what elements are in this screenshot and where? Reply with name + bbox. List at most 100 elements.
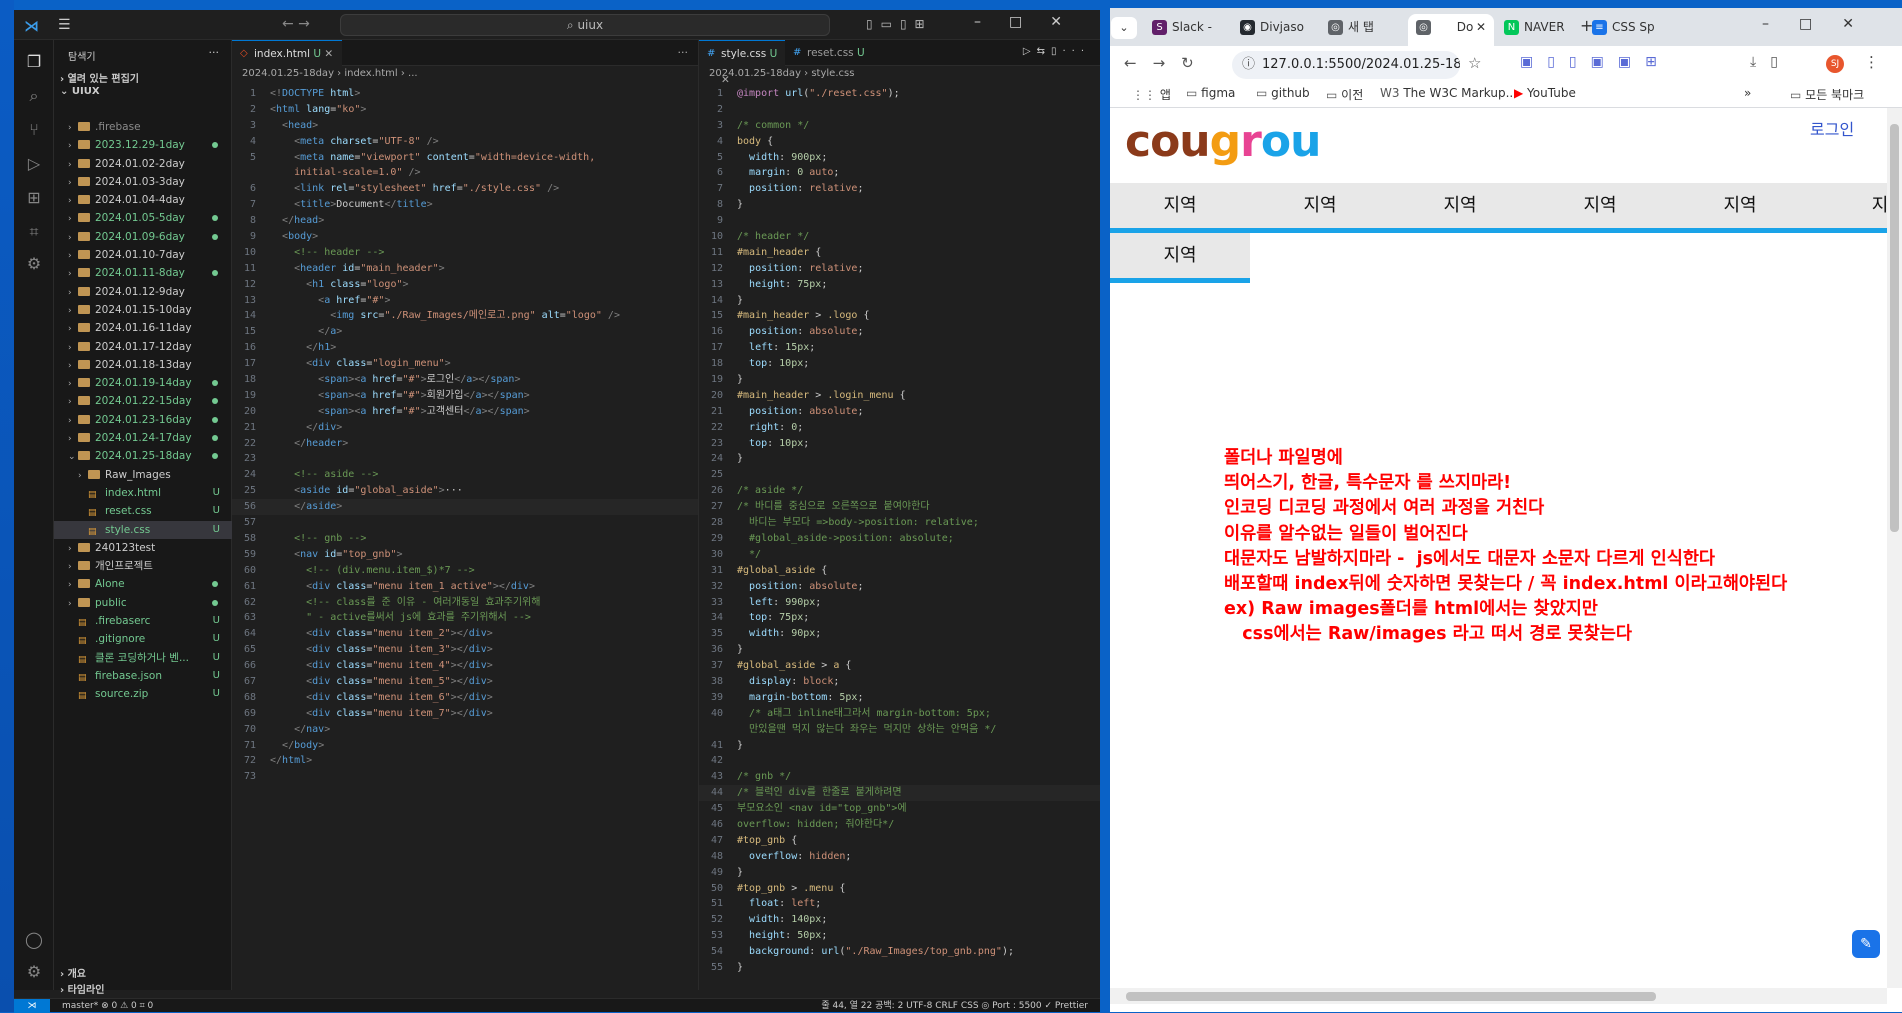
code-line[interactable]: 64 <div class="menu item_2"></div> — [232, 626, 698, 642]
tree-item[interactable]: › public — [54, 594, 232, 612]
code-line[interactable]: 29 #global_aside->position: absolute; — [699, 531, 1100, 547]
search-icon[interactable]: ⌕ — [24, 86, 44, 106]
code-line[interactable]: 72 </html> — [232, 753, 698, 769]
breadcrumb[interactable]: 2024.01.25-18day › index.html › ... — [242, 68, 418, 79]
code-line[interactable]: 12 position: relative; — [699, 261, 1100, 277]
explorer-icon[interactable]: ❐ — [24, 52, 44, 72]
code-line[interactable]: 1 @import url("./reset.css"); — [699, 86, 1100, 102]
browser-tab[interactable]: S Slack - — [1144, 14, 1228, 46]
close-icon[interactable]: ✕ — [324, 48, 333, 60]
code-line[interactable]: 20 <span><a href="#">고객센터</a></span> — [232, 404, 698, 420]
code-line[interactable]: initial-scale=1.0" /> — [232, 165, 698, 181]
scroll-thumb[interactable] — [1126, 992, 1656, 1001]
code-line[interactable]: 32 position: absolute; — [699, 579, 1100, 595]
status-left[interactable]: master* ⊗ 0 ⚠ 0 ⌗ 0 — [62, 999, 153, 1013]
bookmark-item[interactable]: ▭ figma — [1186, 86, 1235, 100]
code-line[interactable]: 25 <aside id="global_aside">··· — [232, 483, 698, 499]
tree-item[interactable]: ▤ firebase.json U — [54, 667, 232, 685]
breadcrumb[interactable]: 2024.01.25-18day › style.css — [709, 68, 854, 79]
code-line[interactable]: 22 </header> — [232, 436, 698, 452]
code-line[interactable]: 58 <!-- gnb --> — [232, 531, 698, 547]
extensions-icon[interactable]: ⊞ — [24, 188, 44, 208]
tree-item[interactable]: › 2024.01.05-5day — [54, 209, 232, 227]
code-line[interactable]: 19} — [699, 372, 1100, 388]
hamburger-menu-icon[interactable]: ☰ — [58, 17, 71, 33]
layout-icons[interactable]: ▯▭▯⊞ — [866, 17, 933, 31]
code-line[interactable]: 13 <a href="#"> — [232, 293, 698, 309]
tree-item[interactable]: ▤ 클론 코딩하거나 벤... U — [54, 649, 232, 667]
code-line[interactable]: 5 <meta name="viewport" content="width=d… — [232, 150, 698, 166]
gnb-menu-item[interactable]: 지역 — [1110, 233, 1250, 283]
tree-item[interactable]: › 2024.01.10-7day — [54, 246, 232, 264]
code-line[interactable]: 2 — [699, 102, 1100, 118]
nav-buttons-icon[interactable]: ←→↻ — [1124, 54, 1210, 72]
live-share-icon[interactable]: ⚙ — [24, 254, 44, 274]
code-line[interactable]: 14 <img src="./Raw_Images/메인로고.png" alt=… — [232, 308, 698, 324]
tree-item[interactable]: › 2024.01.17-12day — [54, 338, 232, 356]
code-line[interactable]: 12 <h1 class="logo"> — [232, 277, 698, 293]
status-right[interactable]: 줄 44, 열 22 공백: 2 UTF-8 CRLF CSS ◎ Port :… — [821, 999, 1088, 1013]
tree-item[interactable]: › Alone — [54, 575, 232, 593]
code-line[interactable]: 38 display: block; — [699, 674, 1100, 690]
code-line[interactable]: 51 float: left; — [699, 896, 1100, 912]
tree-item[interactable]: ▤ source.zip U — [54, 685, 232, 703]
tree-item[interactable]: › 2024.01.11-8day — [54, 264, 232, 282]
code-line[interactable]: 28 바디는 부모다 =>body->position: relative; — [699, 515, 1100, 531]
code-line[interactable]: 37 #global_aside > a { — [699, 658, 1100, 674]
code-line[interactable]: 57 — [232, 515, 698, 531]
tab-search-icon[interactable]: ⌄ — [1111, 17, 1137, 39]
code-line[interactable]: 7 <title>Document</title> — [232, 197, 698, 213]
code-line[interactable]: 42 — [699, 753, 1100, 769]
bookmark-item[interactable]: ▶ YouTube — [1514, 86, 1576, 100]
code-line[interactable]: 43 /* gnb */ — [699, 769, 1100, 785]
code-line[interactable]: 46 overflow: hidden; 줘야한다*/ — [699, 817, 1100, 833]
scroll-thumb[interactable] — [1890, 124, 1899, 532]
window-controls[interactable]: –□✕ — [1762, 16, 1884, 32]
code-line[interactable]: 39 margin-bottom: 5px; — [699, 690, 1100, 706]
code-line[interactable]: 31 #global_aside { — [699, 563, 1100, 579]
tree-item[interactable]: ▤ .gitignore U — [54, 630, 232, 648]
horizontal-scrollbar[interactable] — [1110, 988, 1887, 1004]
code-line[interactable]: 2 <html lang="ko"> — [232, 102, 698, 118]
bookmark-item[interactable]: ▭ github — [1256, 86, 1310, 100]
code-line[interactable]: 16 </h1> — [232, 340, 698, 356]
tree-item[interactable]: › 2024.01.03-3day — [54, 173, 232, 191]
bookmark-item[interactable]: » — [1744, 86, 1751, 100]
gnb-menu-item[interactable]: 지역 — [1250, 183, 1390, 233]
kebab-menu-icon[interactable]: ⋮ — [1864, 53, 1879, 71]
code-line[interactable]: 17 left: 15px; — [699, 340, 1100, 356]
tree-item[interactable]: › 2024.01.16-11day — [54, 319, 232, 337]
code-line[interactable]: 34 top: 75px; — [699, 610, 1100, 626]
extension-icons[interactable]: ▣▯▯▣▣⊞ — [1520, 54, 1671, 70]
login-link[interactable]: 로그인 — [1810, 116, 1854, 140]
editor-actions-icons[interactable]: ▷⇆▯··· — [1023, 46, 1090, 57]
code-line[interactable]: 35 width: 90px; — [699, 626, 1100, 642]
code-line[interactable]: 1 <!DOCTYPE html> — [232, 86, 698, 102]
code-line[interactable]: 54 background: url("./Raw_Images/top_gnb… — [699, 944, 1100, 960]
code-line[interactable]: 65 <div class="menu item_3"></div> — [232, 642, 698, 658]
tree-item[interactable]: › 2024.01.24-17day — [54, 429, 232, 447]
code-line[interactable]: 56 </aside> — [232, 499, 698, 516]
tree-item[interactable]: ⌄ 2024.01.25-18day — [54, 447, 232, 465]
code-line[interactable]: 15 </a> — [232, 324, 698, 340]
code-line[interactable]: 40 /* a태그 inline태그라서 margin-bottom: 5px; — [699, 706, 1100, 722]
download-sidepanel-icons[interactable]: ⤓▯ — [1750, 54, 1792, 70]
more-actions-icon[interactable]: ··· — [678, 46, 689, 59]
timeline-section[interactable]: › 타임라인 — [60, 981, 104, 996]
code-line[interactable]: 68 <div class="menu item_6"></div> — [232, 690, 698, 706]
remote-icon[interactable]: ⌗ — [24, 222, 44, 242]
code-line[interactable]: 19 <span><a href="#">회원가입</a></span> — [232, 388, 698, 404]
code-line[interactable]: 18 <span><a href="#">로그인</a></span> — [232, 372, 698, 388]
code-line[interactable]: 61 <div class="menu item_1 active"></div… — [232, 579, 698, 595]
close-icon[interactable]: ✕ — [1476, 14, 1486, 40]
code-line[interactable]: 4 body { — [699, 134, 1100, 150]
tree-item[interactable]: › .firebase — [54, 118, 232, 136]
code-line[interactable]: 47 #top_gnb { — [699, 833, 1100, 849]
gnb-menu-item[interactable]: 지 — [1810, 183, 1887, 233]
code-line[interactable]: 9 — [699, 213, 1100, 229]
new-tab-plus-icon[interactable]: + — [1580, 16, 1593, 35]
tab-index-html[interactable]: ◇ index.html U ✕ — [232, 40, 342, 66]
tree-item[interactable]: › 2024.01.15-10day — [54, 301, 232, 319]
code-line[interactable]: 8 </head> — [232, 213, 698, 229]
code-line[interactable]: 24 <!-- aside --> — [232, 467, 698, 483]
